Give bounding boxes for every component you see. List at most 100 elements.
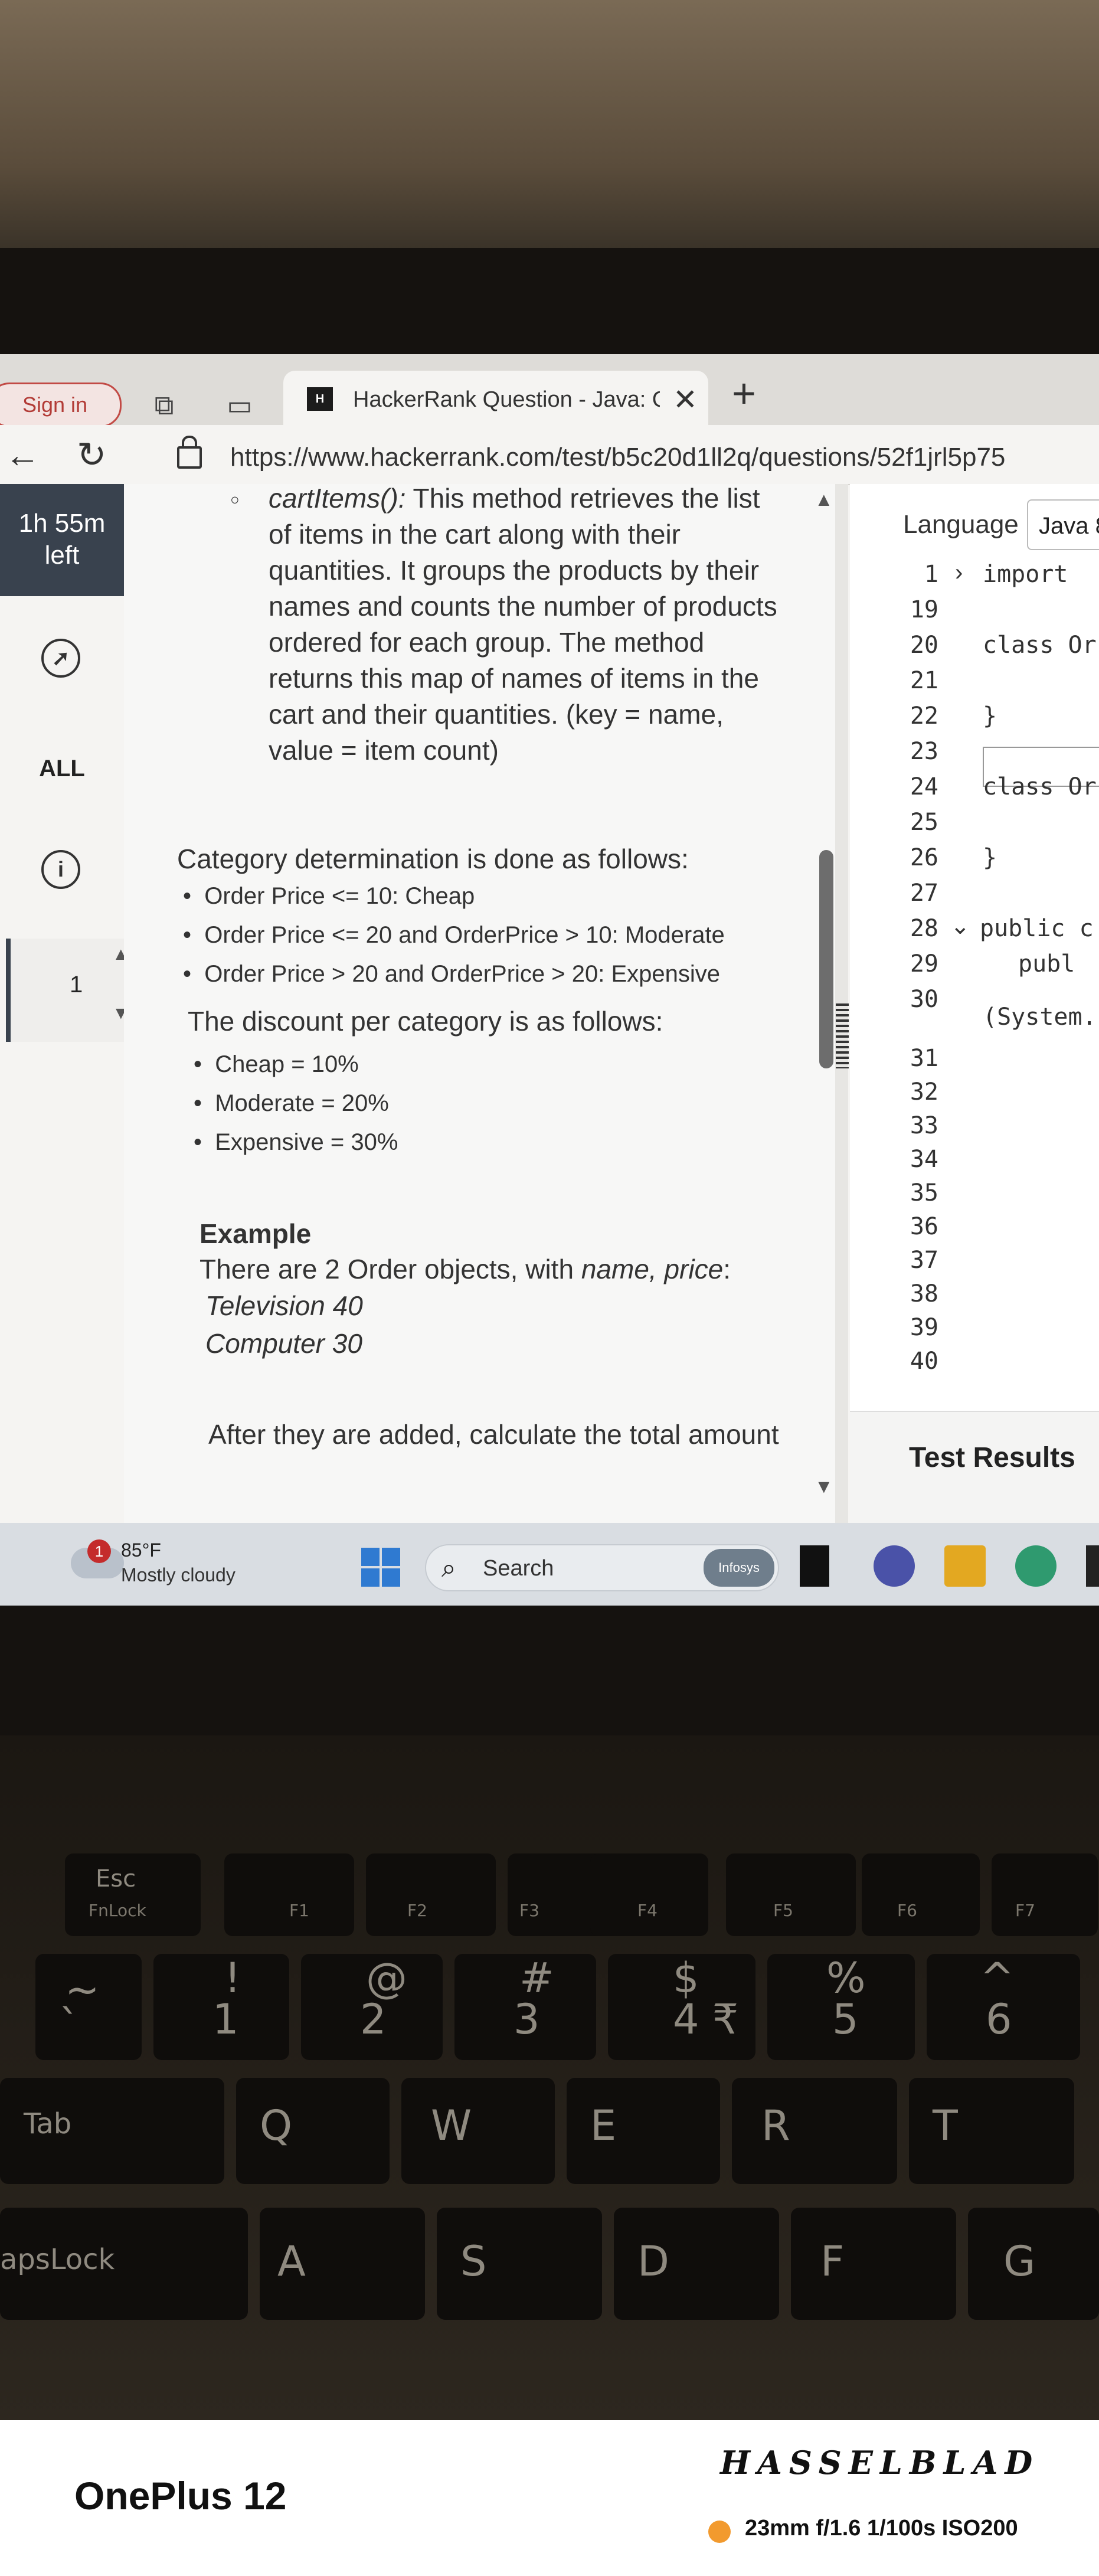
category-rule-text: Order Price <= 10: Cheap (204, 883, 475, 909)
f6-key[interactable]: F6 (862, 1853, 980, 1936)
language-select[interactable]: Java 8 (1027, 499, 1099, 550)
example-intro-italic: name, price (581, 1254, 724, 1284)
key-6[interactable]: ^ 6 (927, 1954, 1080, 2060)
scrollbar-thumb[interactable] (819, 850, 833, 1068)
method-name: cartItems(): (269, 483, 406, 514)
key-4-bottom: 4 ₹ (673, 1995, 739, 2044)
time-remaining: 1h 55m left (0, 484, 124, 596)
browser-tab-bar: Sign in ⧉ ▭ H HackerRank Question - Java… (0, 354, 1099, 427)
key-r[interactable]: R (732, 2078, 897, 2184)
laptop-screen: Sign in ⧉ ▭ H HackerRank Question - Java… (0, 354, 1099, 1606)
code-line-29[interactable]: publ (1018, 950, 1075, 978)
f1-label: F1 (289, 1901, 309, 1920)
key-5[interactable]: % 5 (767, 1954, 915, 2060)
f1-key[interactable]: F1 (224, 1853, 354, 1936)
code-line-22[interactable]: } (983, 702, 997, 730)
external-link-icon[interactable]: ➚ (41, 639, 80, 678)
capslock-key[interactable]: apsLock (0, 2208, 248, 2320)
weather-temp[interactable]: 85°F (121, 1539, 161, 1561)
fold-expand-icon[interactable]: › (955, 560, 963, 586)
f4-key[interactable]: F4 (590, 1853, 708, 1936)
close-tab-icon[interactable]: ✕ (673, 383, 698, 417)
code-line-24[interactable]: class Or (983, 773, 1097, 800)
line-number: 22 (910, 702, 938, 730)
device-name: OnePlus 12 (74, 2474, 287, 2518)
key-3-bottom: 3 (513, 1995, 540, 2044)
f3-label: F3 (519, 1901, 539, 1920)
key-t[interactable]: T (909, 2078, 1074, 2184)
key-s[interactable]: S (437, 2208, 602, 2320)
esc-label: Esc (96, 1865, 136, 1892)
tab-hackerrank[interactable]: H HackerRank Question - Java: Ord ✕ (283, 371, 708, 427)
f2-key[interactable]: F2 (366, 1853, 496, 1936)
photo-watermark: OnePlus 12 HASSELBLAD 23mm f/1.6 1/100s … (0, 2420, 1099, 2576)
scroll-up-icon[interactable]: ▲ (815, 489, 833, 511)
new-tab-button[interactable]: + (732, 370, 756, 417)
file-explorer-icon[interactable] (944, 1545, 986, 1587)
line-number-gutter: 1 19 20 21 22 23 24 25 26 27 28 29 30 31… (850, 561, 938, 1399)
key-3[interactable]: #3 (454, 1954, 596, 2060)
discount-item: • Moderate = 20% (194, 1090, 389, 1116)
fold-collapse-icon[interactable]: ⌄ (950, 913, 970, 940)
f7-key[interactable]: F7 (992, 1853, 1098, 1936)
key-g[interactable]: G (968, 2208, 1099, 2320)
key-d[interactable]: D (614, 2208, 779, 2320)
line-number: 36 (910, 1213, 938, 1240)
key-w[interactable]: W (401, 2078, 555, 2184)
tab-actions-icon[interactable]: ▭ (223, 388, 256, 421)
url-field[interactable]: https://www.hackerrank.com/test/b5c20d1l… (230, 443, 1005, 472)
key-4[interactable]: $4 ₹ (608, 1954, 755, 2060)
line-number: 33 (910, 1112, 938, 1139)
line-number: 35 (910, 1179, 938, 1207)
scroll-down-icon[interactable]: ▼ (815, 1476, 833, 1498)
question-1-item[interactable]: 1 (6, 939, 129, 1042)
code-line-26[interactable]: } (983, 844, 997, 871)
discount-item: • Cheap = 10% (194, 1051, 359, 1077)
info-icon[interactable]: i (41, 850, 80, 889)
esc-key[interactable]: Esc FnLock (65, 1853, 201, 1936)
address-bar-row: ← ↻ https://www.hackerrank.com/test/b5c2… (0, 425, 1099, 485)
desc-line-4: names and counts the number of products (269, 591, 777, 622)
code-line-28[interactable]: public c (980, 915, 1094, 942)
discount-item: • Expensive = 30% (194, 1129, 398, 1155)
f5-key[interactable]: F5 (726, 1853, 856, 1936)
lock-icon[interactable] (177, 436, 202, 469)
weather-desc[interactable]: Mostly cloudy (121, 1564, 236, 1586)
taskbar-search[interactable]: ⌕ Search Infosys (425, 1544, 779, 1591)
windows-start-icon[interactable] (361, 1548, 400, 1587)
workspaces-icon[interactable]: ⧉ (148, 388, 181, 421)
key-a[interactable]: A (260, 2208, 425, 2320)
example-intro-text: There are 2 Order objects, with (199, 1254, 581, 1284)
key-2-bottom: 2 (360, 1995, 387, 2044)
example-item-1: Television 40 (205, 1290, 363, 1321)
task-view-icon[interactable] (800, 1545, 829, 1587)
teams-icon[interactable] (874, 1545, 915, 1587)
key-f[interactable]: F (791, 2208, 956, 2320)
splitter-grip-icon[interactable] (836, 1003, 849, 1068)
key-1[interactable]: ! 1 (153, 1954, 289, 2060)
line-number: 31 (910, 1045, 938, 1072)
after-added-text: After they are added, calculate the tota… (208, 1419, 779, 1450)
key-2[interactable]: @2 (301, 1954, 443, 2060)
tilde-key[interactable]: ~ ` (35, 1954, 142, 2060)
desc-line-1: This method retrieves the list (405, 483, 760, 514)
hollow-bullet-icon: ○ (230, 491, 240, 508)
question-sidebar: 1h 55m left ➚ ALL i 1 ▲ ▼ (0, 484, 130, 1606)
discount-text: Cheap = 10% (215, 1051, 359, 1077)
category-rule-text: Order Price <= 20 and OrderPrice > 10: M… (204, 922, 725, 948)
all-questions-link[interactable]: ALL (0, 756, 124, 782)
key-q-label: Q (260, 2101, 293, 2150)
edge-browser-icon[interactable] (1015, 1545, 1057, 1587)
category-rules-list: • Order Price <= 10: Cheap • Order Price… (183, 877, 725, 993)
code-line-30[interactable]: (System. (983, 1003, 1097, 1031)
back-arrow-icon[interactable]: ← (5, 434, 40, 475)
sign-in-button[interactable]: Sign in (0, 383, 122, 427)
key-q[interactable]: Q (236, 2078, 390, 2184)
code-line-20[interactable]: class Or (983, 632, 1097, 659)
key-e[interactable]: E (567, 2078, 720, 2184)
refresh-icon[interactable]: ↻ (77, 434, 106, 476)
code-line-1[interactable]: import (983, 561, 1082, 588)
tab-key[interactable]: Tab (0, 2078, 224, 2184)
taskbar-app-icon[interactable] (1086, 1545, 1099, 1587)
desc-line-8: value = item count) (269, 735, 499, 766)
